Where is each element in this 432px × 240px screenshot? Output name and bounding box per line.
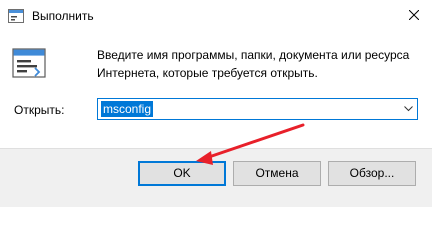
open-combobox[interactable]: msconfig	[97, 98, 418, 120]
run-program-icon	[12, 46, 46, 80]
ok-button[interactable]: OK	[138, 161, 226, 186]
browse-button[interactable]: Обзор...	[328, 161, 416, 186]
run-dialog: Выполнить Введите имя программы, папки, …	[0, 0, 432, 207]
open-label: Открыть:	[14, 103, 65, 117]
dialog-content: Введите имя программы, папки, документа …	[0, 32, 432, 148]
window-title: Выполнить	[32, 9, 94, 23]
dialog-description: Введите имя программы, папки, документа …	[97, 48, 410, 80]
chevron-down-icon[interactable]	[399, 99, 417, 119]
title-bar: Выполнить	[0, 0, 432, 32]
cancel-button[interactable]: Отмена	[233, 161, 321, 186]
open-input-value[interactable]: msconfig	[101, 101, 154, 117]
close-button[interactable]	[396, 0, 432, 32]
button-bar: OK Отмена Обзор...	[0, 148, 432, 207]
run-app-icon	[8, 9, 24, 23]
close-icon	[408, 9, 420, 23]
